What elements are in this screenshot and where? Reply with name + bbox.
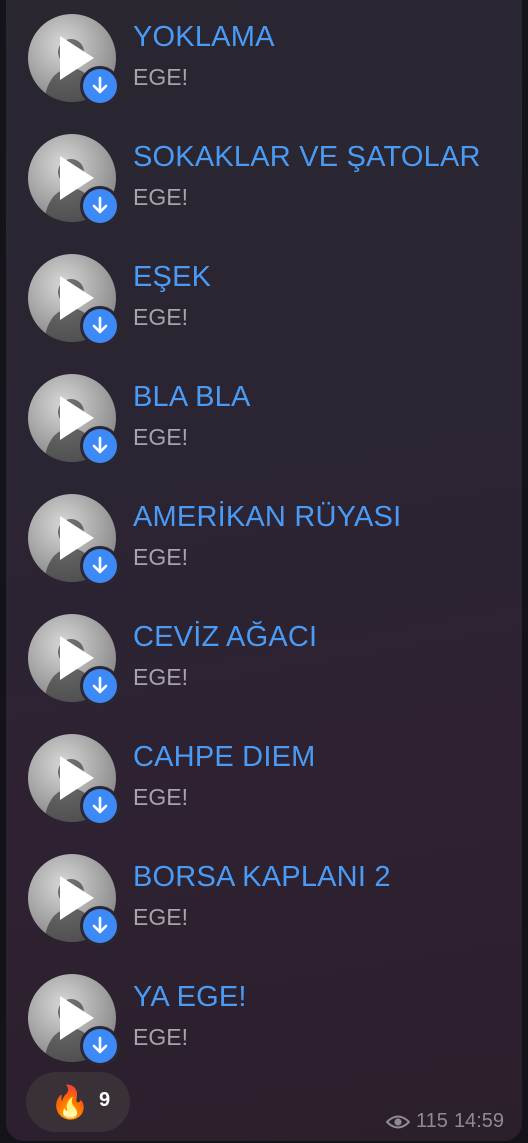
download-icon[interactable] [80,906,120,946]
track-title: CAHPE DIEM [133,741,316,773]
download-icon[interactable] [80,666,120,706]
track-artist: EGE! [133,1024,188,1050]
download-icon[interactable] [80,426,120,466]
track-item[interactable]: SOKAKLAR VE ŞATOLAR EGE! [6,120,522,240]
track-title: CEVİZ AĞACI [133,621,318,653]
track-item[interactable]: CAHPE DIEM EGE! [6,720,522,840]
track-artist: EGE! [133,544,188,570]
eye-icon [386,1115,411,1128]
track-item[interactable]: EŞEK EGE! [6,240,522,360]
message-time: 14:59 [453,1110,504,1132]
track-title: EŞEK [133,261,212,293]
fire-icon: 🔥 [50,1084,90,1120]
track-artist: EGE! [133,664,188,690]
reaction-chip[interactable]: 🔥 9 [26,1072,130,1132]
track-title: SOKAKLAR VE ŞATOLAR [133,141,481,173]
track-title: BLA BLA [133,381,251,413]
download-icon[interactable] [80,306,120,346]
download-icon[interactable] [80,786,120,826]
track-title: YA EGE! [133,981,247,1013]
track-artist: EGE! [133,424,188,450]
track-artist: EGE! [133,784,188,810]
track-artist: EGE! [133,904,188,930]
track-item[interactable]: BORSA KAPLANI 2 EGE! [6,840,522,960]
track-item[interactable]: CEVİZ AĞACI EGE! [6,600,522,720]
message-meta: 115 14:59 [386,1110,504,1133]
track-artist: EGE! [133,304,188,330]
download-icon[interactable] [80,1026,120,1066]
track-item[interactable]: YA EGE! EGE! [6,960,522,1080]
track-artist: EGE! [133,64,188,90]
download-icon[interactable] [80,66,120,106]
track-artist: EGE! [133,184,188,210]
view-count: 115 [416,1110,448,1132]
track-title: YOKLAMA [133,21,275,53]
track-item[interactable]: AMERİKAN RÜYASI EGE! [6,480,522,600]
download-icon[interactable] [80,186,120,226]
track-item[interactable]: BLA BLA EGE! [6,360,522,480]
download-icon[interactable] [80,546,120,586]
message-bubble: YOKLAMA EGE! SOKAKLAR VE ŞATOLAR EGE! EŞ… [6,0,522,1141]
track-title: BORSA KAPLANI 2 [133,861,391,893]
track-item[interactable]: YOKLAMA EGE! [6,0,522,120]
reaction-count: 9 [99,1089,111,1111]
track-title: AMERİKAN RÜYASI [133,501,402,533]
